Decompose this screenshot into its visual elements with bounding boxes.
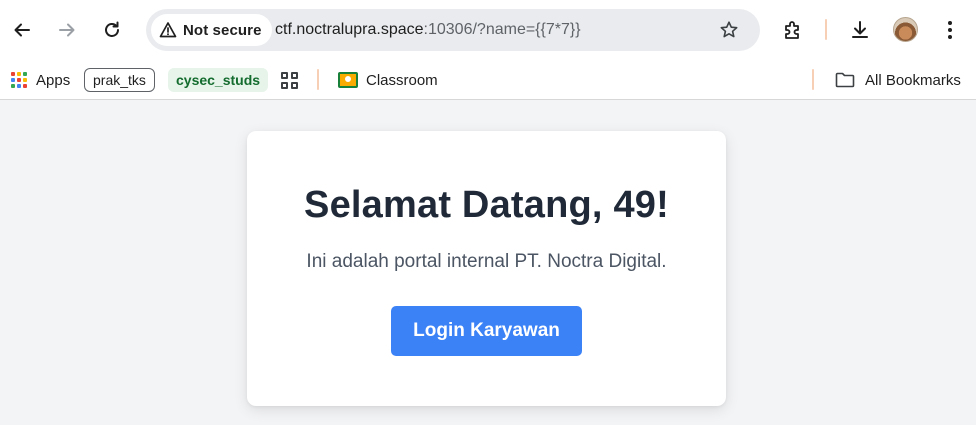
- extensions-icon: [785, 21, 799, 39]
- login-button[interactable]: Login Karyawan: [391, 306, 582, 356]
- bookmark-label: Classroom: [366, 71, 438, 89]
- bookmark-apps[interactable]: Apps: [11, 60, 70, 100]
- bookmark-star-button[interactable]: [716, 17, 742, 43]
- welcome-card: Selamat Datang, 49! Ini adalah portal in…: [247, 131, 726, 406]
- all-bookmarks-button[interactable]: All Bookmarks: [835, 60, 961, 100]
- bookmark-label: cysec_studs: [168, 68, 269, 92]
- browser-toolbar: Not secure ctf.noctralupra.space:10306/?…: [0, 0, 976, 60]
- site-security-chip[interactable]: Not secure: [151, 14, 272, 46]
- avatar[interactable]: [893, 17, 918, 42]
- address-bar[interactable]: Not secure ctf.noctralupra.space:10306/?…: [146, 9, 760, 51]
- page-subtitle: Ini adalah portal internal PT. Noctra Di…: [306, 251, 667, 272]
- back-button[interactable]: [4, 12, 40, 48]
- url-host: ctf.noctralupra.space: [275, 21, 424, 38]
- folder-icon: [835, 72, 855, 88]
- downloads-button[interactable]: [842, 12, 878, 48]
- security-label: Not secure: [183, 21, 262, 39]
- forward-icon: [59, 23, 75, 37]
- classroom-icon: [338, 72, 358, 88]
- page-title: Selamat Datang, 49!: [304, 184, 669, 226]
- bookmark-tab-groups[interactable]: [281, 60, 298, 100]
- apps-label: Apps: [36, 71, 71, 89]
- bookmarks-bar: Apps prak_tks cysec_studs Classroom All …: [0, 60, 976, 100]
- bookmark-cysec-studs[interactable]: cysec_studs: [168, 60, 269, 100]
- menu-button[interactable]: [932, 12, 968, 48]
- url-text[interactable]: ctf.noctralupra.space:10306/?name={{7*7}…: [275, 9, 581, 51]
- bookmark-prak-tks[interactable]: prak_tks: [84, 60, 155, 100]
- bookmarks-divider: [317, 69, 319, 90]
- warning-icon: [159, 22, 177, 38]
- reload-button[interactable]: [94, 12, 130, 48]
- menu-icon: [948, 21, 952, 39]
- toolbar-divider: [825, 19, 827, 40]
- apps-icon: [11, 72, 27, 88]
- back-icon: [14, 23, 30, 37]
- reload-icon: [105, 21, 119, 37]
- bookmark-label: prak_tks: [84, 68, 155, 92]
- bookmarks-divider: [812, 69, 814, 90]
- forward-button[interactable]: [49, 12, 85, 48]
- extensions-button[interactable]: [775, 12, 811, 48]
- bookmark-classroom[interactable]: Classroom: [338, 60, 438, 100]
- download-icon: [852, 21, 868, 38]
- url-path: :10306/?name={{7*7}}: [423, 21, 581, 38]
- all-bookmarks-label: All Bookmarks: [865, 71, 961, 89]
- tab-groups-icon: [281, 71, 298, 89]
- star-icon: [720, 21, 738, 38]
